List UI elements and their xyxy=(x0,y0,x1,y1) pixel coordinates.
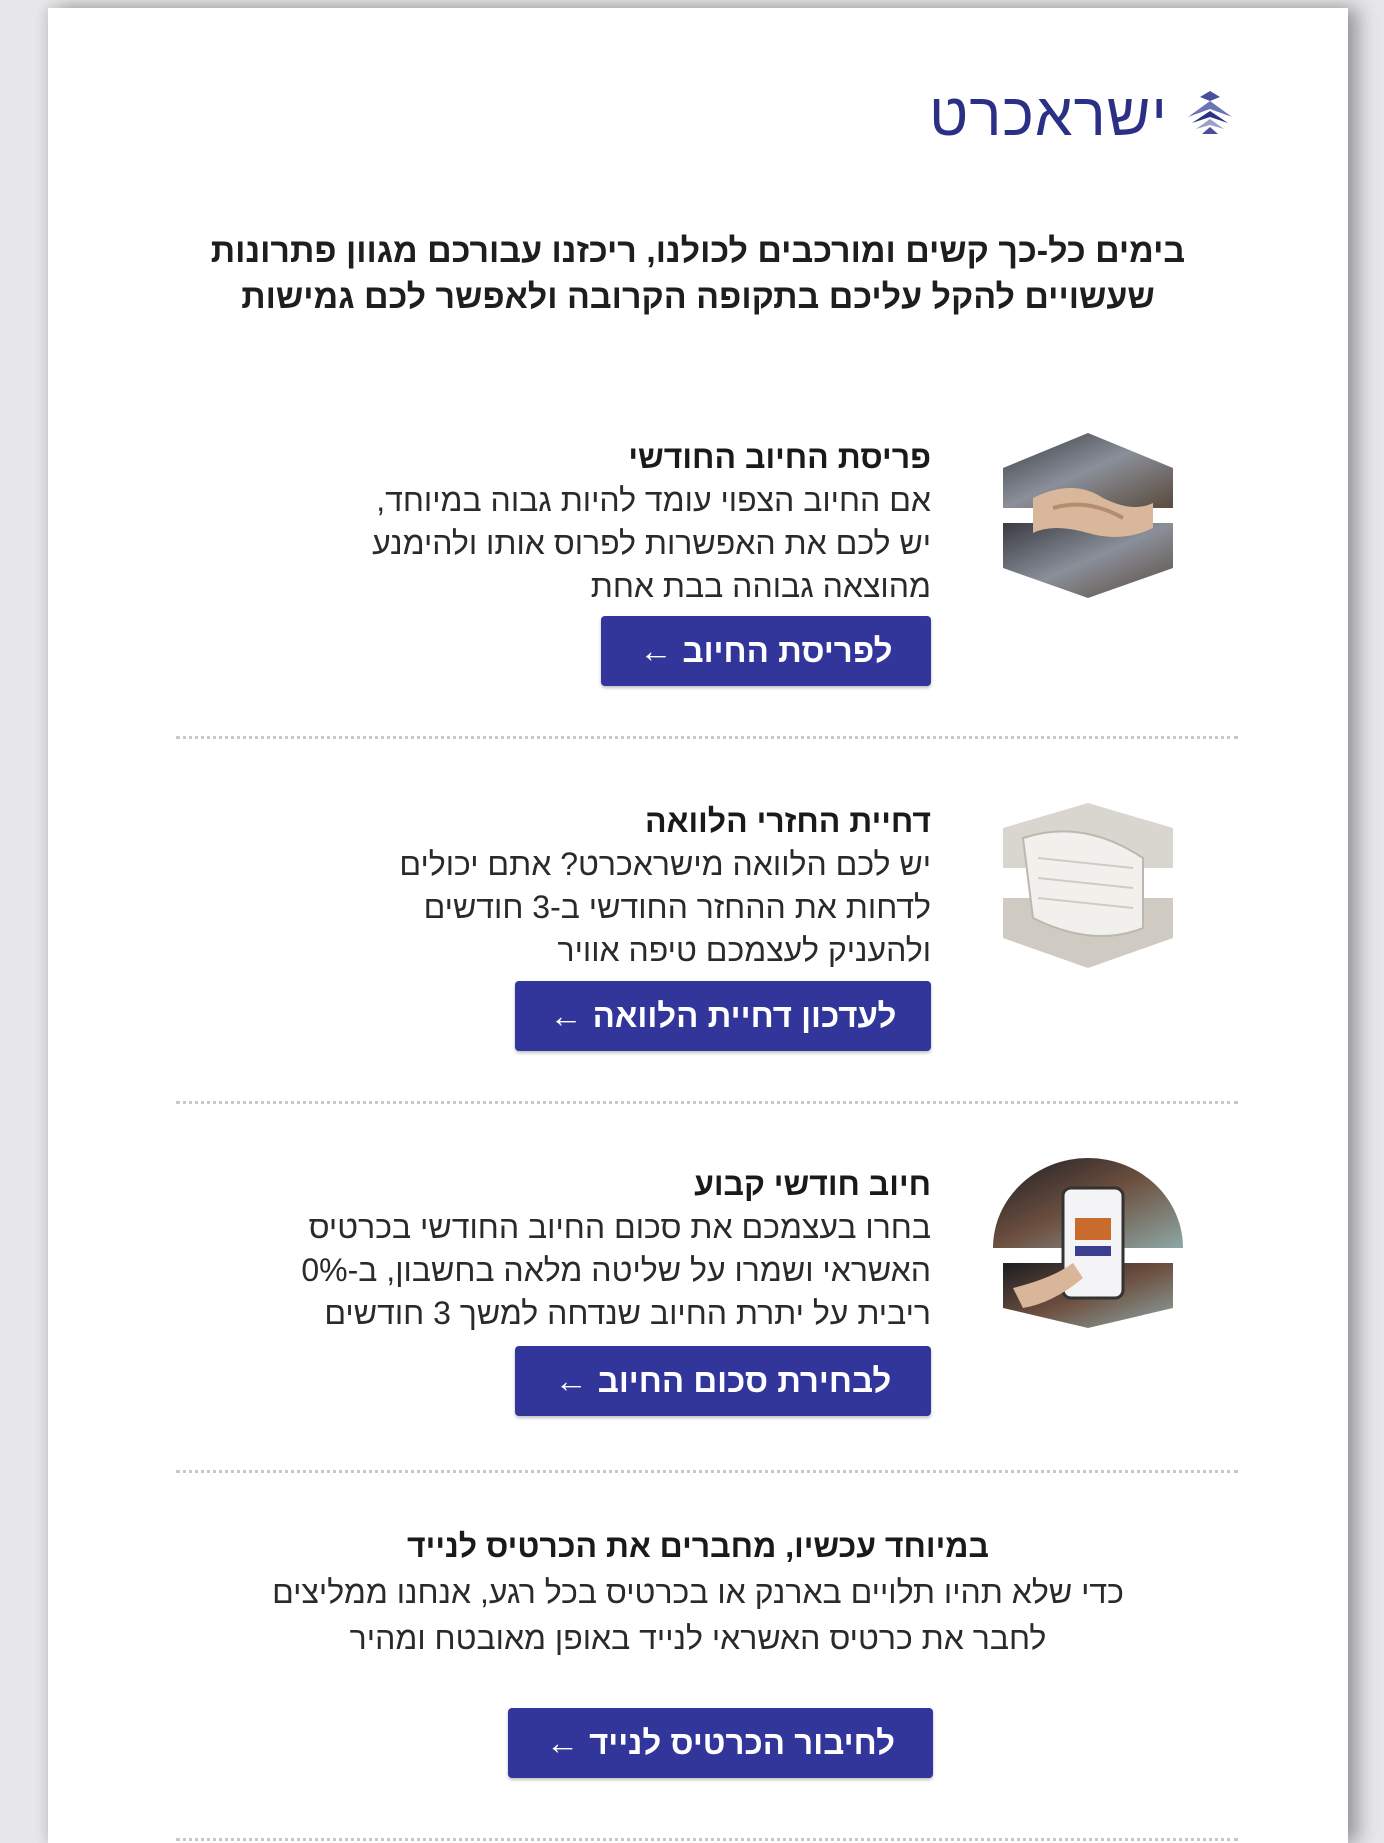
intro-line-1: בימים כל-כך קשים ומורכבים לכולנו, ריכזנו… xyxy=(210,232,1186,270)
section-body-line: יש לכם את האפשרות לפרוס אותו ולהימנע xyxy=(372,525,931,561)
section-title: חיוב חודשי קבוע xyxy=(694,1166,931,1202)
arrow-left-icon: ← xyxy=(639,632,673,669)
charge-amount-button[interactable]: לבחירת סכום החיוב ← xyxy=(515,1346,931,1416)
mobile-title: במיוחד עכשיו, מחברים את הכרטיס לנייד xyxy=(407,1528,989,1564)
handshake-image xyxy=(993,428,1183,603)
arrow-left-icon: ← xyxy=(546,1724,580,1761)
arrow-left-icon: ← xyxy=(554,1362,588,1399)
divider xyxy=(176,1101,1238,1104)
intro-text: בימים כל-כך קשים ומורכבים לכולנו, ריכזנו… xyxy=(48,228,1348,320)
mobile-line-1: כדי שלא תהיו תלויים בארנק או בכרטיס בכל … xyxy=(272,1574,1124,1610)
intro-line-2: שעשויים להקל עליכם בתקופה הקרובה ולאפשר … xyxy=(241,278,1155,316)
section-title: דחיית החזרי הלוואה xyxy=(645,803,931,839)
section-mobile: במיוחד עכשיו, מחברים את הכרטיס לנייד כדי… xyxy=(48,1523,1348,1661)
section-body-line: אם החיוב הצפוי עומד להיות גבוה במיוחד, xyxy=(376,482,931,518)
section-body-line: בחרו בעצמכם את סכום החיוב החודשי בכרטיס xyxy=(308,1209,931,1245)
divider xyxy=(176,1838,1238,1841)
brand-logo[interactable]: ישראכרט xyxy=(929,80,1238,149)
papers-image xyxy=(993,798,1183,973)
section-body-line: ולהעניק לעצמכם טיפה אוויר xyxy=(557,932,931,968)
button-label: לחיבור הכרטיס לנייד xyxy=(589,1724,895,1761)
section-loan-text: דחיית החזרי הלוואה יש לכם הלוואה מישראכר… xyxy=(281,800,931,972)
section-body-line: לדחות את ההחזר החודשי ב-3 חודשים xyxy=(423,889,931,925)
button-label: לעדכון דחיית הלוואה xyxy=(592,997,897,1034)
section-body-line: מהוצאה גבוהה בבת אחת xyxy=(590,568,931,604)
isracard-logo-icon xyxy=(1188,90,1232,134)
section-body-line: ריבית על יתרת החיוב שנדחה למשך 3 חודשים xyxy=(324,1295,931,1331)
connect-card-button[interactable]: לחיבור הכרטיס לנייד ← xyxy=(508,1708,933,1778)
phone-payment-image xyxy=(993,1158,1183,1328)
section-body-line: האשראי ושמרו על שליטה מלאה בחשבון, ב-0% xyxy=(301,1252,931,1288)
installments-button[interactable]: לפריסת החיוב ← xyxy=(601,616,931,686)
divider xyxy=(176,1470,1238,1473)
email-card: ישראכרט בימים כל-כך קשים ומורכבים לכולנו… xyxy=(48,8,1348,1843)
section-body-line: יש לכם הלוואה מישראכרט? אתם יכולים xyxy=(399,846,931,882)
brand-name: ישראכרט xyxy=(929,81,1168,148)
divider xyxy=(176,736,1238,739)
mobile-line-2: לחבר את כרטיס האשראי לנייד באופן מאובטח … xyxy=(349,1620,1047,1656)
section-fixed-text: חיוב חודשי קבוע בחרו בעצמכם את סכום החיו… xyxy=(281,1163,931,1335)
button-label: לבחירת סכום החיוב xyxy=(597,1362,892,1399)
loan-deferral-button[interactable]: לעדכון דחיית הלוואה ← xyxy=(515,981,931,1051)
section-title: פריסת החיוב החודשי xyxy=(628,439,931,475)
section-installments-text: פריסת החיוב החודשי אם החיוב הצפוי עומד ל… xyxy=(281,436,931,608)
button-label: לפריסת החיוב xyxy=(682,632,893,669)
arrow-left-icon: ← xyxy=(549,997,583,1034)
